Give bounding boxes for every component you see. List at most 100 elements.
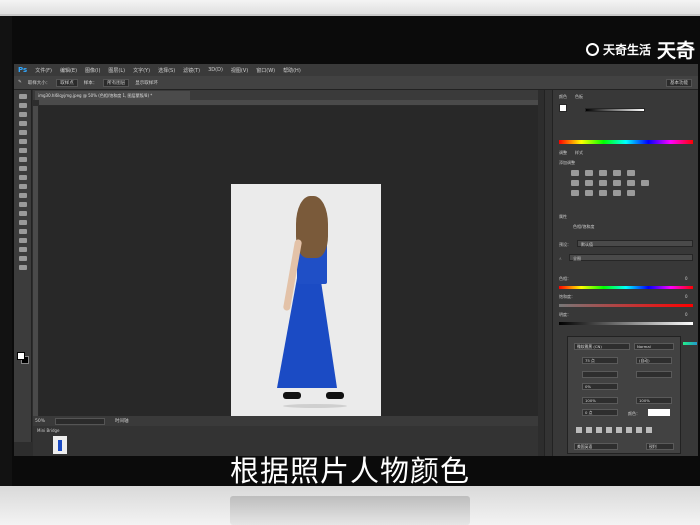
show-ring-checkbox[interactable]: 显示取样环 [135,80,158,86]
color-balance-icon[interactable] [585,180,593,186]
swatches-panel-tab[interactable]: 色板 [575,94,583,100]
saturation-slider[interactable] [559,304,693,307]
vibrance-icon[interactable] [627,170,635,176]
all-caps-icon[interactable] [596,427,602,433]
photo-woman-blue-dress[interactable] [231,184,381,424]
eyedropper-icon[interactable] [18,139,27,144]
marquee-tool-icon[interactable] [18,103,27,108]
color-fg-swatch[interactable] [559,104,567,112]
hue-sat-title: 色相/饱和度 [573,224,595,229]
underline-icon[interactable] [636,427,642,433]
text-color-label: 颜色： [628,411,640,416]
sample-size-select[interactable]: 取样点 [56,78,78,87]
threshold-icon[interactable] [599,190,607,196]
mini-bridge-tab[interactable]: Mini Bridge [37,428,60,433]
blur-tool-icon[interactable] [18,202,27,207]
move-tool-icon[interactable] [18,94,27,99]
lookup-icon[interactable] [641,180,649,186]
hand-adjust-icon[interactable]: ☝ [559,256,561,261]
font-style-select[interactable]: Normal [634,343,674,350]
text-color-swatch[interactable] [648,409,670,416]
saturation-value[interactable]: 0 [685,294,688,299]
hand-tool-icon[interactable] [18,256,27,261]
dodge-tool-icon[interactable] [18,211,27,216]
menu-layer[interactable]: 图层(L) [108,67,125,74]
styles-panel-tab[interactable]: 样式 [575,150,583,156]
vertical-scale-field[interactable]: 100% [582,397,618,404]
faux-italic-icon[interactable] [586,427,592,433]
strikethrough-icon[interactable] [646,427,652,433]
tracking-field[interactable] [582,371,618,378]
foreground-color-swatch[interactable] [17,352,25,360]
stamp-tool-icon[interactable] [18,166,27,171]
adjustments-panel-tab[interactable]: 调整 [559,150,567,156]
ps-logo: Ps [18,66,28,74]
leading-field[interactable]: (自动) [636,357,672,364]
eyedropper-tool-icon[interactable]: ✎ [18,80,22,85]
gradient-map-icon[interactable] [613,190,621,196]
workspace-select[interactable]: 基本功能 [666,78,692,87]
properties-panel-tab[interactable]: 属性 [559,214,567,220]
superscript-icon[interactable] [616,427,622,433]
channel-select[interactable]: 全图 [569,254,693,261]
shoe-right [326,392,344,399]
zoom-level[interactable]: 50% [35,419,45,424]
lightness-value[interactable]: 0 [685,312,688,317]
menu-view[interactable]: 视图(V) [231,67,248,74]
levels-icon[interactable] [585,170,593,176]
color-slider[interactable] [585,108,645,112]
menu-3d[interactable]: 3D(D) [208,67,223,73]
menu-image[interactable]: 图像(I) [85,67,100,74]
tsume-field[interactable]: 0% [582,383,618,390]
shape-tool-icon[interactable] [18,247,27,252]
menu-filter[interactable]: 滤镜(T) [183,67,200,74]
horizontal-scale-field[interactable]: 100% [636,397,672,404]
hue-sat-icon[interactable] [571,180,579,186]
brush-tool-icon[interactable] [18,157,27,162]
healing-tool-icon[interactable] [18,148,27,153]
channel-mixer-icon[interactable] [627,180,635,186]
crop-tool-icon[interactable] [18,130,27,135]
menu-window[interactable]: 窗口(W) [256,67,275,74]
watermark-brand-big: 天奇 [657,40,696,62]
document-tab[interactable]: img30.hl6lqyjmg.jpeg @ 50% (色相/饱和度 1, 图层… [35,91,190,100]
quick-select-tool-icon[interactable] [18,121,27,126]
history-brush-icon[interactable] [18,175,27,180]
zoom-tool-icon[interactable] [18,265,27,270]
subscript-icon[interactable] [626,427,632,433]
doc-info-field[interactable] [55,417,106,425]
gradient-tool-icon[interactable] [18,193,27,198]
small-caps-icon[interactable] [606,427,612,433]
posterize-icon[interactable] [585,190,593,196]
menu-help[interactable]: 帮助(H) [283,67,301,74]
hue-value[interactable]: 0 [685,276,688,281]
color-panel-tab[interactable]: 颜色 [559,94,567,100]
font-size-field[interactable]: 75 点 [582,357,618,364]
canvas-area[interactable] [39,106,538,424]
type-tool-icon[interactable] [18,229,27,234]
lightness-slider[interactable] [559,322,693,325]
curves-icon[interactable] [599,170,607,176]
eraser-tool-icon[interactable] [18,184,27,189]
menu-edit[interactable]: 编辑(E) [60,67,77,74]
sample-layers-select[interactable]: 所有图层 [103,78,130,87]
hue-slider[interactable] [559,286,693,289]
path-select-icon[interactable] [18,238,27,243]
font-family-select[interactable]: 微软雅黑 (CN) [574,343,630,350]
faux-bold-icon[interactable] [576,427,582,433]
photo-filter-icon[interactable] [613,180,621,186]
color-spectrum[interactable] [559,140,693,144]
preset-select[interactable]: 默认值 [577,240,693,247]
lasso-tool-icon[interactable] [18,112,27,117]
brightness-icon[interactable] [571,170,579,176]
bw-icon[interactable] [599,180,607,186]
menu-select[interactable]: 选择(S) [158,67,175,74]
invert-icon[interactable] [571,190,579,196]
baseline-field[interactable]: 0 点 [582,409,618,416]
exposure-icon[interactable] [613,170,621,176]
pen-tool-icon[interactable] [18,220,27,225]
menu-file[interactable]: 文件(F) [35,67,52,74]
menu-type[interactable]: 文字(Y) [133,67,150,74]
selective-color-icon[interactable] [627,190,635,196]
kerning-field[interactable] [636,371,672,378]
